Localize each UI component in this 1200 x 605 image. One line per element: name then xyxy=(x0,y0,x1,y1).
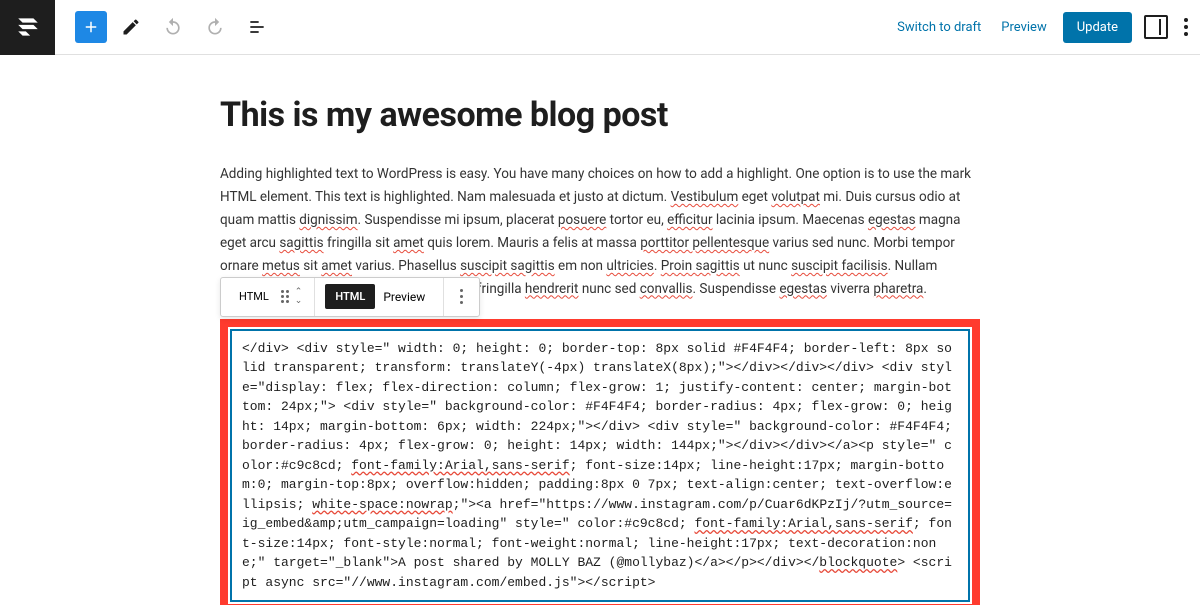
redo-button[interactable] xyxy=(197,9,233,45)
chevron-down-icon[interactable]: ⌄ xyxy=(295,297,303,306)
block-more-options[interactable] xyxy=(444,278,479,316)
outline-icon xyxy=(247,17,267,37)
more-options-button[interactable] xyxy=(1180,14,1192,40)
drag-handle-icon[interactable] xyxy=(277,290,293,303)
more-icon xyxy=(454,289,469,304)
undo-button[interactable] xyxy=(155,9,191,45)
preview-mode-button[interactable]: Preview xyxy=(375,290,433,304)
highlighted-block-outline: </div> <div style=" width: 0; height: 0;… xyxy=(220,319,980,605)
editor-canvas: This is my awesome blog post Adding high… xyxy=(0,55,1200,605)
settings-panel-toggle[interactable] xyxy=(1144,15,1168,39)
block-type-segment[interactable]: HTML ⌃⌄ xyxy=(221,278,315,316)
html-code-editor[interactable]: </div> <div style=" width: 0; height: 0;… xyxy=(230,329,970,603)
edit-tool-button[interactable] xyxy=(113,9,149,45)
site-logo[interactable] xyxy=(0,0,55,55)
redo-icon xyxy=(205,17,225,37)
html-mode-button[interactable]: HTML xyxy=(325,284,375,309)
preview-button[interactable]: Preview xyxy=(997,14,1050,41)
document-outline-button[interactable] xyxy=(239,9,275,45)
post-content: This is my awesome blog post Adding high… xyxy=(210,95,990,605)
post-title[interactable]: This is my awesome blog post xyxy=(220,95,980,135)
move-arrows[interactable]: ⌃⌄ xyxy=(293,288,305,306)
custom-html-block: HTML ⌃⌄ HTML Preview </div> <div style="… xyxy=(220,319,980,605)
update-button[interactable]: Update xyxy=(1063,12,1132,43)
switch-to-draft-button[interactable]: Switch to draft xyxy=(893,14,985,41)
plus-icon xyxy=(82,18,100,36)
add-block-button[interactable] xyxy=(75,11,107,43)
block-type-label: HTML xyxy=(231,290,277,303)
topbar-actions: Switch to draft Preview Update xyxy=(893,12,1192,43)
html-preview-toggle: HTML Preview xyxy=(315,278,444,316)
editor-topbar: Switch to draft Preview Update xyxy=(0,0,1200,55)
logo-icon xyxy=(15,14,41,40)
block-toolbar: HTML ⌃⌄ HTML Preview xyxy=(220,277,480,317)
pencil-icon xyxy=(121,17,141,37)
undo-icon xyxy=(163,17,183,37)
